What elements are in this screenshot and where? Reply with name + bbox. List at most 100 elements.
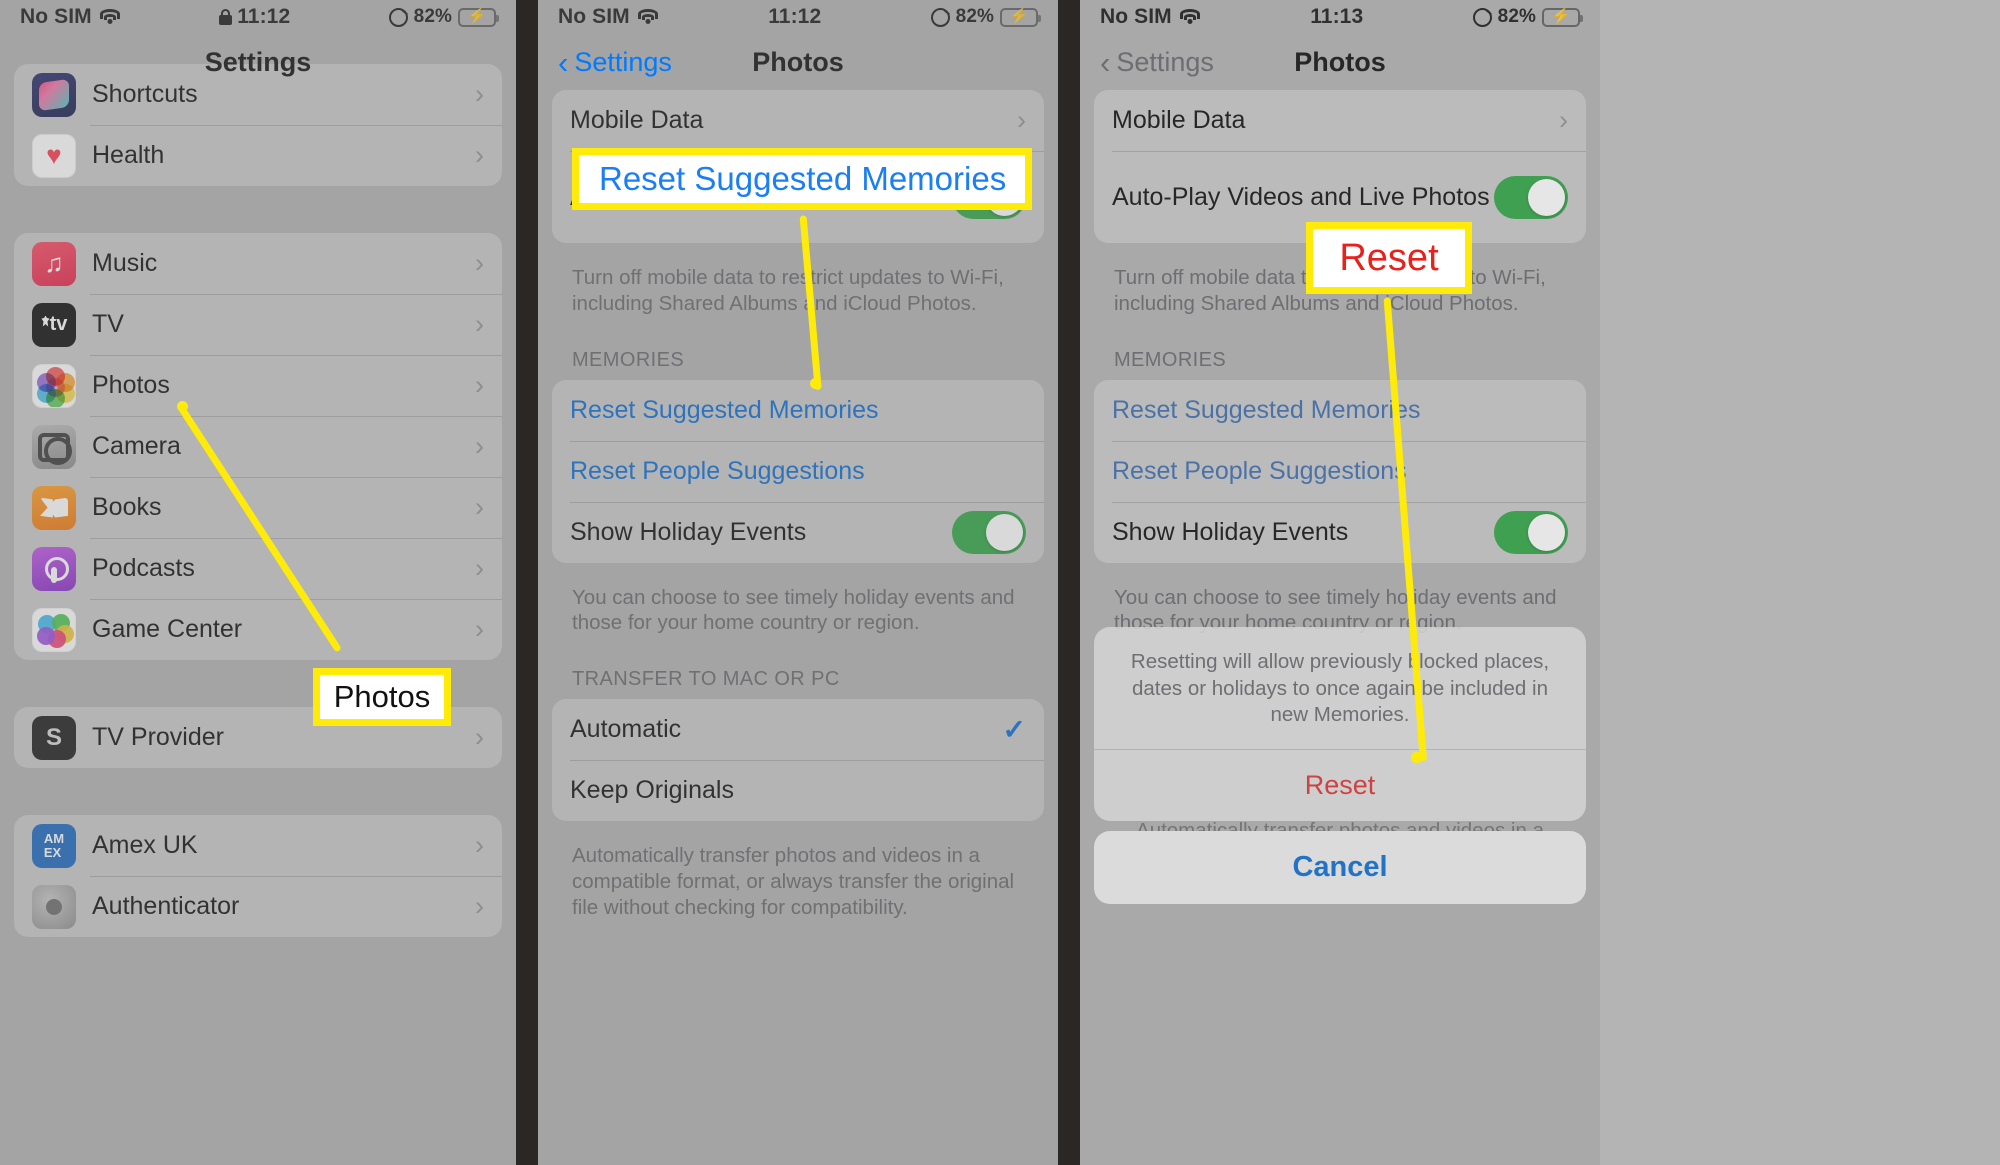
row-reset-people-suggestions[interactable]: Reset People Suggestions [552,440,1044,502]
status-bar-left: No SIM [558,5,659,29]
panel-divider-2 [1058,0,1080,1165]
sidebar-item-health[interactable]: Health › [14,125,502,186]
auto-play-toggle[interactable] [1494,175,1568,219]
battery-icon: ⚡ [1542,7,1583,27]
carrier-label: No SIM [558,5,630,28]
status-bar-center: 11:13 [1201,5,1473,29]
row-label: Mobile Data [570,106,704,134]
sidebar-item-amex-uk[interactable]: Amex UK › [14,815,502,876]
battery-percent-label: 82% [1497,6,1536,27]
row-keep-originals[interactable]: Keep Originals [552,760,1044,821]
chevron-right-icon: › [475,891,484,921]
row-automatic[interactable]: Automatic ✓ [552,699,1044,760]
row-label: TV [92,310,124,338]
clock-label: 11:12 [768,5,822,28]
row-show-holiday-events[interactable]: Show Holiday Events [552,501,1044,563]
cancel-button[interactable]: Cancel [1094,830,1586,904]
status-bar-left: No SIM [20,5,121,29]
photos-settings-list-dimmed: Mobile Data › Auto-Play Videos and Live … [1080,90,1600,642]
row-reset-suggested-memories[interactable]: Reset Suggested Memories [552,380,1044,441]
footer-memories: You can choose to see timely holiday eve… [572,585,1015,635]
back-button-label: Settings [574,46,672,77]
footer-transfer: Automatically transfer photos and videos… [572,844,1015,919]
clock-label: 11:12 [237,5,291,28]
photos-app-icon [32,363,76,408]
sidebar-item-shortcuts[interactable]: Shortcuts › [14,64,502,125]
annotation-line-start-dot [177,401,188,412]
health-app-icon [32,133,76,178]
back-button-settings[interactable]: ‹ Settings [1100,47,1214,78]
checkmark-icon: ✓ [1002,714,1026,746]
status-bar-center: 11:12 [121,5,389,29]
settings-group-third-party-apps: Amex UK › Authenticator › [14,815,502,937]
rotation-lock-icon [1472,7,1492,27]
music-app-icon [32,241,76,286]
chevron-left-icon: ‹ [558,44,569,80]
row-mobile-data[interactable]: Mobile Data › [1094,90,1586,151]
chevron-right-icon: › [475,553,484,583]
highlight-reset-suggested-memories: Reset Suggested Memories [572,148,1032,210]
sidebar-item-tv[interactable]: TV › [14,294,502,355]
settings-group-apple-apps-2: Music › TV › [14,233,502,660]
row-mobile-data[interactable]: Mobile Data › [552,90,1044,151]
row-label: Health [92,141,165,169]
nav-bar-panel3: ‹ Settings Photos [1080,34,1600,90]
settings-group-apple-apps-1: Shortcuts › Health › [14,64,502,186]
section-header-transfer: TRANSFER TO MAC OR PC [572,668,840,691]
chevron-right-icon: › [475,492,484,522]
action-sheet: Resetting will allow previously blocked … [1094,627,1586,821]
back-button-settings[interactable]: ‹ Settings [558,47,672,78]
rotation-lock-icon [930,7,950,27]
tv-app-icon [32,302,76,347]
wifi-icon [1179,9,1201,25]
row-show-holiday-events[interactable]: Show Holiday Events [1094,501,1586,563]
photos-settings-list: Mobile Data › Auto-Play Videos and Live … [538,90,1058,927]
chevron-right-icon: › [475,309,484,339]
row-reset-people-suggestions[interactable]: Reset People Suggestions [1094,440,1586,502]
row-label: Reset Suggested Memories [1112,395,1421,424]
annotation-line-end-dot [1411,752,1422,763]
chevron-right-icon: › [475,370,484,400]
chevron-right-icon: › [475,248,484,278]
group-memories: Reset Suggested Memories Reset People Su… [1094,379,1586,563]
sidebar-item-music[interactable]: Music › [14,233,502,294]
shortcuts-app-icon [32,72,76,117]
section-header-memories: MEMORIES [572,348,685,371]
camera-app-icon [32,424,76,469]
status-bar-right: 82% ⚡ [1472,6,1583,28]
status-bar-left: No SIM [1100,5,1201,29]
sidebar-item-authenticator[interactable]: Authenticator › [14,876,502,937]
carrier-label: No SIM [20,5,92,28]
authenticator-app-icon [32,884,76,929]
sidebar-item-camera[interactable]: Camera › [14,416,502,477]
game-center-app-icon [32,607,76,652]
settings-list: Shortcuts › Health › Music › TV [0,64,516,937]
show-holiday-events-toggle[interactable] [1494,510,1568,554]
row-label: Show Holiday Events [570,517,807,546]
action-sheet-message: Resetting will allow previously blocked … [1130,650,1550,727]
status-bar-panel1: No SIM 11:12 82% ⚡ [0,0,516,34]
sidebar-item-game-center[interactable]: Game Center › [14,599,502,660]
sidebar-item-podcasts[interactable]: Podcasts › [14,538,502,599]
row-label: Reset Suggested Memories [570,395,879,424]
panel-divider-1 [516,0,538,1165]
row-label: Amex UK [92,831,198,859]
status-bar-right: 82% ⚡ [388,6,499,28]
footer-mobile-data: Turn off mobile data to restrict updates… [572,266,1004,315]
show-holiday-events-toggle[interactable] [952,510,1026,554]
panel-reset-confirmation: No SIM 11:13 82% ⚡ ‹ Settings Photos Mob… [1080,0,1600,1165]
annotation-line-end-dot [810,378,821,389]
group-memories: Reset Suggested Memories Reset People Su… [552,379,1044,563]
sidebar-item-photos[interactable]: Photos › [14,355,502,416]
row-reset-suggested-memories[interactable]: Reset Suggested Memories [1094,380,1586,441]
reset-button[interactable]: Reset [1094,748,1586,821]
amex-app-icon [32,823,76,868]
callout-reset: Reset [1306,222,1472,294]
group-data-playback: Mobile Data › Auto-Play Videos and Live … [1094,90,1586,243]
panel-settings-list: No SIM 11:12 82% ⚡ Settings Shortcuts › … [0,0,516,1165]
row-label: Shortcuts [92,80,198,108]
row-label: Photos [92,371,170,399]
status-bar-right: 82% ⚡ [930,6,1041,28]
row-label: Mobile Data [1112,106,1246,134]
chevron-right-icon: › [475,722,484,752]
